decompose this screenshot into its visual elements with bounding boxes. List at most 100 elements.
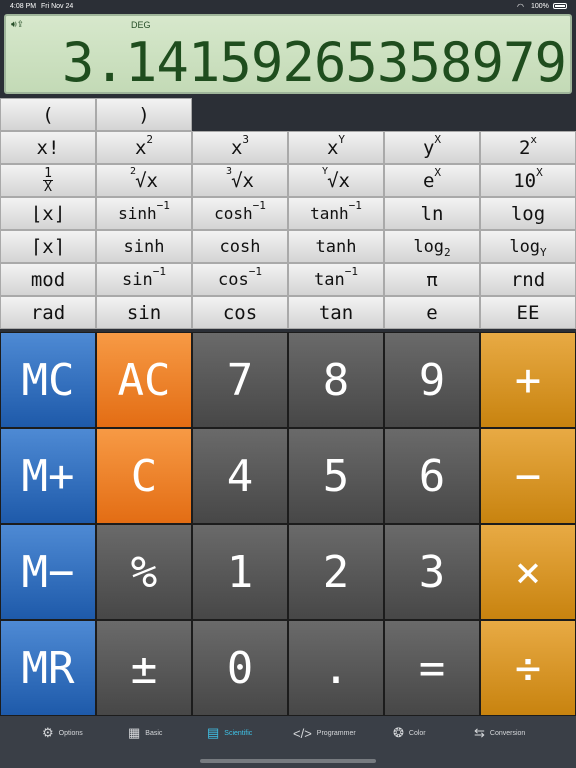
color-circles-icon: ❂ (393, 725, 404, 740)
square-key[interactable]: x2 (96, 131, 192, 164)
cube-root-key[interactable]: 3 √x (192, 164, 288, 197)
plus-minus-button[interactable]: ± (96, 620, 192, 716)
scientific-keypad: ( ) x! x2 x3 xY yX 2x 1X 2 √x 3 √x Y √x eX … (0, 98, 576, 331)
x-power-y-key[interactable]: xY (288, 131, 384, 164)
asinh-key[interactable]: sinh −1 (96, 197, 192, 230)
digit-1-button[interactable]: 1 (192, 524, 288, 620)
digit-0-button[interactable]: 0 (192, 620, 288, 716)
digit-5-button[interactable]: 5 (288, 428, 384, 524)
tan-key[interactable]: tan (288, 296, 384, 329)
empty-area (192, 98, 576, 131)
y-root-key[interactable]: Y √x (288, 164, 384, 197)
key-label: ⌊x⌋ (30, 202, 66, 225)
clear-button[interactable]: C (96, 428, 192, 524)
digit-4-button[interactable]: 4 (192, 428, 288, 524)
sinh-key[interactable]: sinh (96, 230, 192, 263)
tab-scientific[interactable]: ▤ Scientific (207, 724, 252, 742)
tab-conversion[interactable]: ⇆ Conversion (474, 724, 525, 742)
sci-row-6: rad sin cos tan e EE (0, 296, 576, 329)
cosh-key[interactable]: cosh (192, 230, 288, 263)
all-clear-button[interactable]: AC (96, 332, 192, 428)
cos-key[interactable]: cos (192, 296, 288, 329)
key-label: ) (138, 103, 150, 126)
logy-key[interactable]: log Y (480, 230, 576, 263)
memory-recall-button[interactable]: MR (0, 620, 96, 716)
decimal-point-button[interactable]: . (288, 620, 384, 716)
memory-add-button[interactable]: M+ (0, 428, 96, 524)
atanh-key[interactable]: tanh −1 (288, 197, 384, 230)
digit-7-button[interactable]: 7 (192, 332, 288, 428)
close-paren-key[interactable]: ) (96, 98, 192, 131)
sci-row-3: ⌊x⌋ sinh −1 cosh −1 tanh −1 ln log (0, 197, 576, 230)
divide-button[interactable]: ÷ (480, 620, 576, 716)
sound-shift-icons: 🔊︎⇪ (11, 20, 25, 30)
two-power-x-key[interactable]: 2x (480, 131, 576, 164)
tab-basic[interactable]: ▦ Basic (128, 724, 162, 742)
atan-key[interactable]: tan −1 (288, 263, 384, 296)
ceiling-key[interactable]: ⌈x⌉ (0, 230, 96, 263)
memory-subtract-button[interactable]: M− (0, 524, 96, 620)
e-constant-key[interactable]: e (384, 296, 480, 329)
memory-clear-button[interactable]: MC (0, 332, 96, 428)
key-label: ⌈x⌉ (30, 235, 66, 258)
key-label: sin (126, 301, 162, 324)
digit-9-button[interactable]: 9 (384, 332, 480, 428)
sci-row-1: x! x2 x3 xY yX 2x (0, 131, 576, 164)
rad-key[interactable]: rad (0, 296, 96, 329)
factorial-key[interactable]: x! (0, 131, 96, 164)
reciprocal-key[interactable]: 1X (0, 164, 96, 197)
percent-button[interactable]: % (96, 524, 192, 620)
code-icon: </> (293, 725, 312, 741)
tab-label: Color (408, 729, 426, 737)
sci-row-5: mod sin −1 cos −1 tan −1 π rnd (0, 263, 576, 296)
display-value: 3.14159265358979 (61, 31, 567, 94)
key-label: e (426, 301, 438, 324)
tab-label: Basic (145, 729, 163, 737)
wifi-icon: ◠ (517, 2, 524, 11)
digit-3-button[interactable]: 3 (384, 524, 480, 620)
sci-row-2: 1X 2 √x 3 √x Y √x eX 10 X (0, 164, 576, 197)
mod-key[interactable]: mod (0, 263, 96, 296)
acos-key[interactable]: cos −1 (192, 263, 288, 296)
pi-key[interactable]: π (384, 263, 480, 296)
multiply-button[interactable]: × (480, 524, 576, 620)
key-label: tan (318, 301, 354, 324)
status-time: 4:08 PM (10, 3, 37, 10)
tab-color[interactable]: ❂ Color (393, 724, 426, 742)
angle-mode-indicator: DEG (131, 20, 151, 30)
cube-key[interactable]: x3 (192, 131, 288, 164)
add-button[interactable]: + (480, 332, 576, 428)
acosh-key[interactable]: cosh −1 (192, 197, 288, 230)
log-key[interactable]: log (480, 197, 576, 230)
key-label: π (426, 268, 438, 291)
exp-key[interactable]: eX (384, 164, 480, 197)
tab-label: Conversion (489, 729, 526, 737)
ee-key[interactable]: EE (480, 296, 576, 329)
ln-key[interactable]: ln (384, 197, 480, 230)
key-label: ( (42, 103, 54, 126)
sci-row-4: ⌈x⌉ sinh cosh tanh log 2 log Y (0, 230, 576, 263)
tab-options[interactable]: ⚙ Options (42, 724, 83, 742)
floor-key[interactable]: ⌊x⌋ (0, 197, 96, 230)
status-date: Fri Nov 24 (41, 3, 74, 10)
subtract-button[interactable]: − (480, 428, 576, 524)
gear-icon: ⚙ (42, 725, 54, 740)
square-root-key[interactable]: 2 √x (96, 164, 192, 197)
key-label: tanh (315, 236, 357, 257)
asin-key[interactable]: sin −1 (96, 263, 192, 296)
battery-icon (553, 3, 567, 9)
y-power-x-key[interactable]: yX (384, 131, 480, 164)
tab-label: Options (58, 729, 83, 737)
scientific-calculator-icon: ▤ (207, 725, 220, 740)
digit-2-button[interactable]: 2 (288, 524, 384, 620)
random-key[interactable]: rnd (480, 263, 576, 296)
sin-key[interactable]: sin (96, 296, 192, 329)
ten-power-x-key[interactable]: 10 X (480, 164, 576, 197)
log2-key[interactable]: log 2 (384, 230, 480, 263)
digit-8-button[interactable]: 8 (288, 332, 384, 428)
tanh-key[interactable]: tanh (288, 230, 384, 263)
digit-6-button[interactable]: 6 (384, 428, 480, 524)
tab-programmer[interactable]: </> Programmer (293, 724, 356, 742)
open-paren-key[interactable]: ( (0, 98, 96, 131)
equals-button[interactable]: = (384, 620, 480, 716)
